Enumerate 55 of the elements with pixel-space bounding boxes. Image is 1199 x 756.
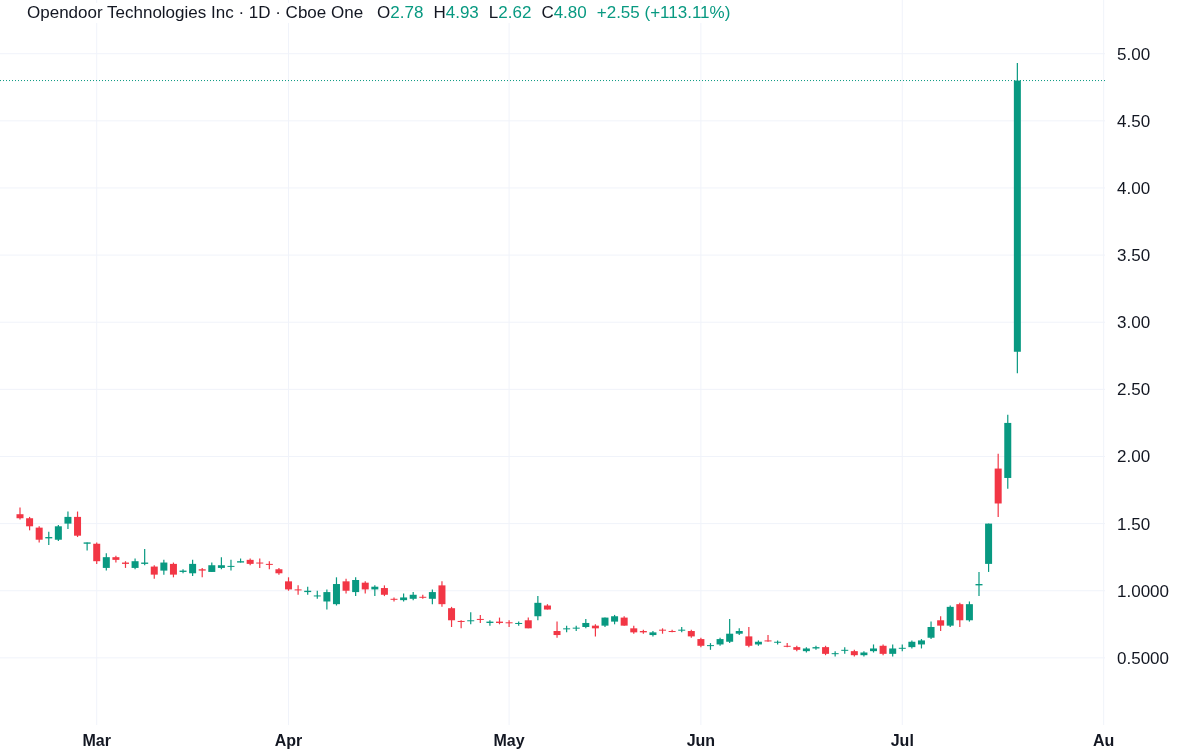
candle [131,557,139,570]
candle [975,571,983,597]
candle [496,617,503,625]
price-axis-label: 2.00 [1117,447,1151,467]
candle [285,576,292,592]
month-axis-label: May [493,732,525,749]
price-axis-label: 3.50 [1117,246,1151,266]
candle [860,650,868,658]
candle [74,510,82,538]
month-axis-label: Mar [82,732,111,749]
candle [649,630,657,637]
price-axis-label: 4.00 [1117,178,1151,198]
candle [870,643,877,654]
candle [505,619,513,628]
candle [179,568,187,574]
candle [716,637,724,647]
candle [601,617,609,628]
candle [486,619,494,627]
price-axis-label: 0.5000 [1117,648,1169,668]
candle [764,634,772,643]
ohlc-value: O2.78 [377,3,424,23]
candle [342,578,350,595]
candle [927,621,935,640]
chart-title: Opendoor Technologies Inc · 1D · Cboe One [27,3,364,23]
ohlc-value: C4.80 [541,3,587,23]
price-axis-label: 2.50 [1117,380,1151,400]
price-change: +2.55 (+113.11%) [596,3,731,23]
candle [294,584,302,596]
candle [707,642,714,651]
price-axis-label: 4.50 [1117,111,1151,131]
candle [438,580,446,608]
price-axis-label: 5.00 [1117,44,1151,64]
price-axis-label: 1.0000 [1117,581,1169,601]
ohlc-value: H4.93 [433,3,479,23]
candle [553,621,561,639]
candle [83,541,91,552]
candle [697,637,705,648]
candle [64,510,72,530]
candle [879,643,887,656]
month-axis-label: Apr [274,732,303,749]
month-axis-label: Jul [890,732,914,749]
ohlc-value: L2.62 [488,3,532,23]
candle [227,559,235,572]
candle [994,453,1002,518]
candle [390,596,398,603]
candle [275,567,283,576]
candle [122,560,129,569]
month-axis-label: Au [1093,732,1115,749]
candle [812,645,820,651]
month-axis-label: Jun [686,732,716,749]
price-axis-label: 3.00 [1117,313,1151,333]
candle [16,506,24,521]
candle [985,523,993,573]
price-axis-label: 1.50 [1117,514,1151,534]
candle [112,555,120,564]
